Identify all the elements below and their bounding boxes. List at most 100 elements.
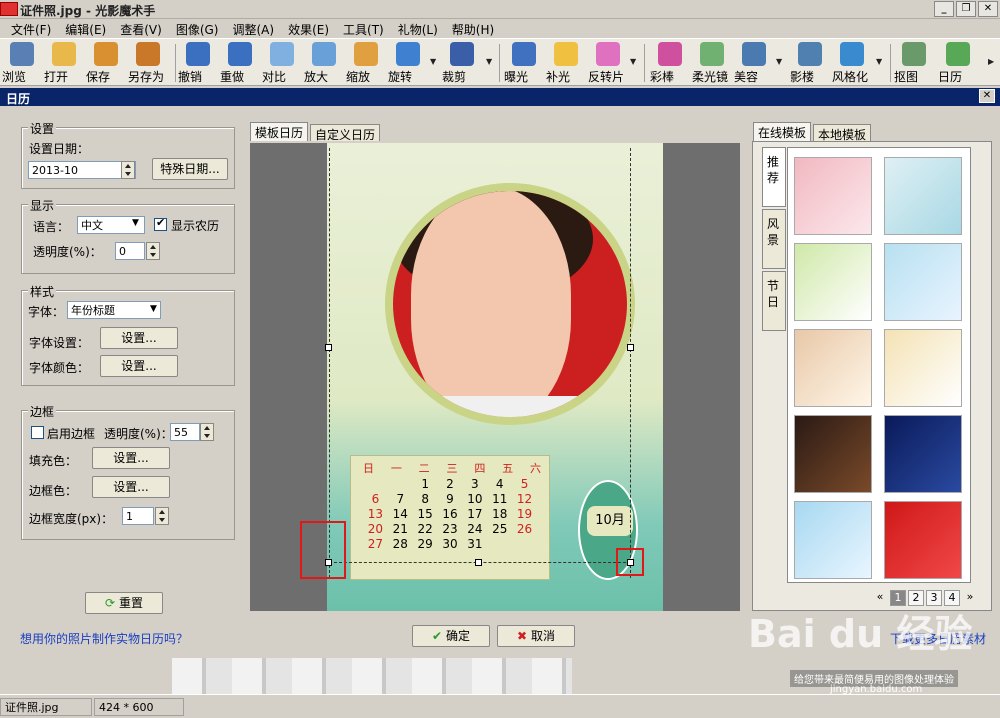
dialog-close-button[interactable]: ✕ xyxy=(979,89,995,103)
invert-dropdown-icon[interactable]: ▼ xyxy=(630,57,636,66)
cancel-button[interactable]: ✖ 取消 xyxy=(497,625,575,647)
menu-edit[interactable]: 编辑(E) xyxy=(58,19,113,38)
special-date-button[interactable]: 特殊日期... xyxy=(152,158,228,180)
template-thumbnail[interactable] xyxy=(884,157,962,235)
stylize-dropdown-icon[interactable]: ▼ xyxy=(876,57,882,66)
font-color-button[interactable]: 设置... xyxy=(100,355,178,377)
browse-button[interactable]: 浏览 xyxy=(2,42,42,84)
color-wand-button[interactable]: 彩棒 xyxy=(650,42,690,84)
calendar-day: 18 xyxy=(492,507,508,521)
tab-online-templates[interactable]: 在线模板 xyxy=(753,122,812,141)
month-label: 10月 xyxy=(587,506,633,536)
ok-button[interactable]: ✔ 确定 xyxy=(412,625,490,647)
zoom-in-button[interactable]: 放大 xyxy=(304,42,344,84)
border-width-input[interactable]: 1 xyxy=(122,507,154,525)
date-input[interactable]: 2013-10 xyxy=(28,161,136,179)
border-color-button[interactable]: 设置... xyxy=(92,476,170,498)
display-opacity-spinner[interactable] xyxy=(146,242,160,260)
resize-handle[interactable] xyxy=(325,344,332,351)
menu-tools[interactable]: 工具(T) xyxy=(336,19,391,38)
category-festival[interactable]: 节日 xyxy=(762,271,786,331)
tab-local-templates[interactable]: 本地模板 xyxy=(813,124,872,142)
calendar-day: 13 xyxy=(367,507,384,521)
stylize-button[interactable]: 风格化 xyxy=(832,42,872,84)
display-opacity-input[interactable]: 0 xyxy=(115,242,145,260)
invert-button[interactable]: 反转片 xyxy=(588,42,628,84)
weekday-label: 四 xyxy=(474,462,486,475)
enable-border-checkbox[interactable] xyxy=(31,426,44,439)
menu-view[interactable]: 查看(V) xyxy=(113,19,169,38)
border-opacity-spinner[interactable] xyxy=(200,423,214,441)
minimize-button[interactable]: _ xyxy=(934,1,954,17)
calendar-day: 22 xyxy=(417,522,433,536)
calendar-day: 26 xyxy=(516,522,533,536)
crop-button[interactable]: 裁剪 xyxy=(442,42,482,84)
calendar-day: 1 xyxy=(421,477,429,491)
enable-border-label: 启用边框 xyxy=(47,427,96,441)
save-as-button[interactable]: 另存为 xyxy=(128,42,168,84)
template-thumbnail[interactable] xyxy=(794,501,872,579)
border-opacity-input[interactable]: 55 xyxy=(170,423,200,441)
reset-button[interactable]: ⟳ 重置 xyxy=(85,592,163,614)
resize-handle[interactable] xyxy=(627,344,634,351)
font-select[interactable]: 年份标题 xyxy=(67,301,161,319)
category-recommended[interactable]: 推荐 xyxy=(762,147,786,207)
shadow-button[interactable]: 影楼 xyxy=(790,42,830,84)
template-thumbnail[interactable] xyxy=(884,415,962,493)
menu-gifts[interactable]: 礼物(L) xyxy=(391,19,445,38)
portrait-frame xyxy=(385,183,635,425)
calendar-day: 15 xyxy=(417,507,433,521)
close-button[interactable]: ✕ xyxy=(978,1,998,17)
calendar-button[interactable]: 日历 xyxy=(938,42,978,84)
template-thumbnail[interactable] xyxy=(884,329,962,407)
watermark-logo: Bai du 经验 xyxy=(748,612,973,656)
exposure-button[interactable]: 曝光 xyxy=(504,42,544,84)
crop-dropdown-icon[interactable]: ▼ xyxy=(486,57,492,66)
status-dimensions: 424 * 600 xyxy=(94,698,184,716)
fill-color-button[interactable]: 设置... xyxy=(92,447,170,469)
promo-link[interactable]: 想用你的照片制作实物日历吗？ xyxy=(20,630,188,647)
compare-button[interactable]: 对比 xyxy=(262,42,302,84)
menu-image[interactable]: 图像(G) xyxy=(169,19,226,38)
beauty-dropdown-icon[interactable]: ▼ xyxy=(776,57,782,66)
template-thumbnail[interactable] xyxy=(794,157,872,235)
rotate-icon xyxy=(396,42,420,66)
toolbar-more-icon[interactable]: ▶ xyxy=(988,57,994,66)
soft-light-button[interactable]: 柔光镜 xyxy=(692,42,732,84)
open-button[interactable]: 打开 xyxy=(44,42,84,84)
menu-help[interactable]: 帮助(H) xyxy=(445,19,501,38)
tab-custom-calendar[interactable]: 自定义日历 xyxy=(310,124,381,142)
template-thumbnail[interactable] xyxy=(794,243,872,321)
window-title: 证件照.jpg - 光影魔术手 xyxy=(20,4,156,18)
chevron-down-icon[interactable]: ▼ xyxy=(132,218,139,228)
maximize-button[interactable]: ❐ xyxy=(956,1,976,17)
tab-template-calendar[interactable]: 模板日历 xyxy=(250,122,309,141)
fill-light-button[interactable]: 补光 xyxy=(546,42,586,84)
menu-effects[interactable]: 效果(E) xyxy=(281,19,336,38)
redo-button[interactable]: 重做 xyxy=(220,42,260,84)
film-icon xyxy=(596,42,620,66)
rotate-dropdown-icon[interactable]: ▼ xyxy=(430,57,436,66)
zoom-out-button[interactable]: 缩放 xyxy=(346,42,386,84)
calendar-day: 3 xyxy=(471,477,479,491)
wand-icon xyxy=(658,42,682,66)
undo-button[interactable]: 撤销 xyxy=(178,42,218,84)
save-button[interactable]: 保存 xyxy=(86,42,126,84)
menu-file[interactable]: 文件(F) xyxy=(4,19,58,38)
template-thumbnail[interactable] xyxy=(794,415,872,493)
date-spinner[interactable] xyxy=(121,161,135,179)
beauty-button[interactable]: 美容 xyxy=(734,42,774,84)
menu-adjust[interactable]: 调整(A) xyxy=(225,19,281,38)
rotate-button[interactable]: 旋转 xyxy=(388,42,428,84)
font-settings-button[interactable]: 设置... xyxy=(100,327,178,349)
template-thumbnail[interactable] xyxy=(884,243,962,321)
border-width-spinner[interactable] xyxy=(155,507,169,525)
resize-handle[interactable] xyxy=(475,559,482,566)
cutout-button[interactable]: 抠图 xyxy=(894,42,934,84)
calendar-day: 21 xyxy=(392,522,408,536)
template-thumbnail[interactable] xyxy=(884,501,962,579)
show-lunar-checkbox[interactable]: ✔ xyxy=(154,216,167,231)
chevron-down-icon[interactable]: ▼ xyxy=(150,304,157,314)
template-thumbnail[interactable] xyxy=(794,329,872,407)
category-scenery[interactable]: 风景 xyxy=(762,209,786,269)
